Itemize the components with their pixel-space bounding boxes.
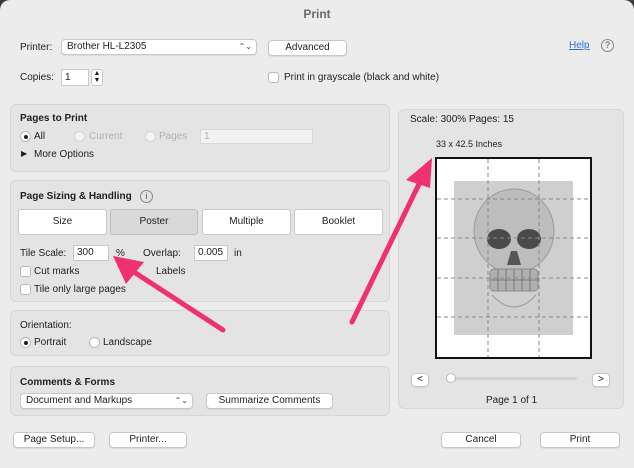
arrow-to-tile-scale-head xyxy=(113,256,144,284)
arrow-to-preview-line xyxy=(349,179,423,325)
arrow-to-tile-scale-line xyxy=(131,269,226,333)
arrow-to-preview-head xyxy=(406,158,432,188)
print-dialog: Print Printer: Brother HL-L2305 ⌃⌄ Advan… xyxy=(0,0,634,468)
annotation-arrows xyxy=(113,158,432,333)
